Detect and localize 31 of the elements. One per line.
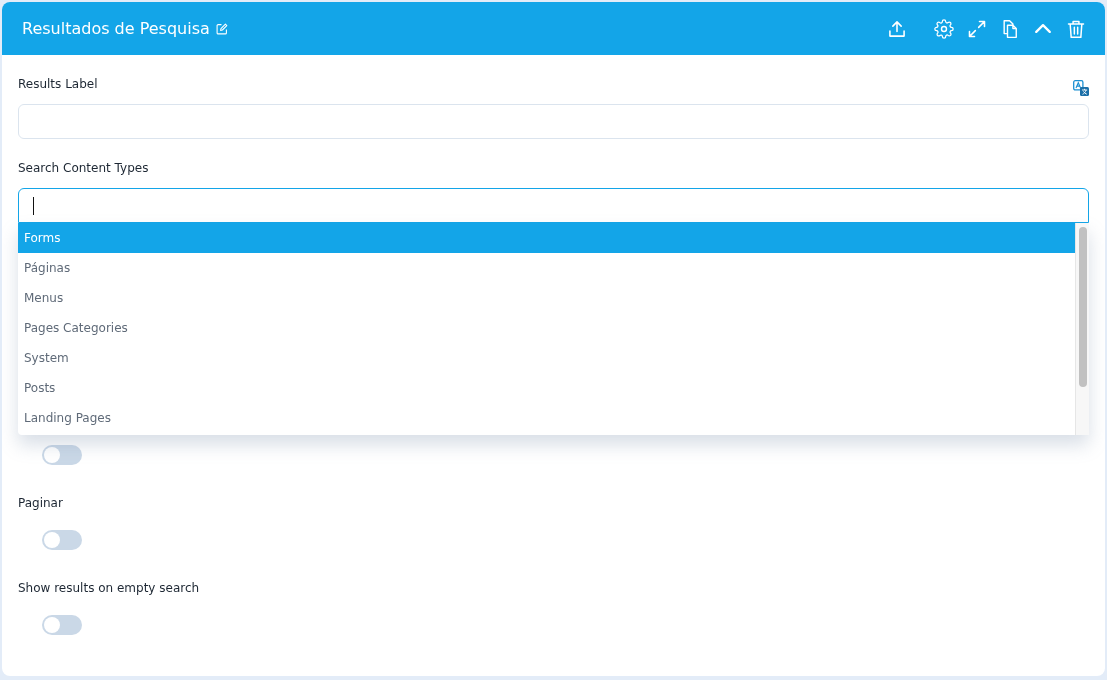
edit-title-button[interactable] [214, 21, 229, 36]
settings-icon [934, 18, 954, 39]
dropdown-option[interactable]: Menus [18, 283, 1075, 313]
scrollbar[interactable] [1075, 223, 1089, 435]
dropdown-option[interactable]: Páginas [18, 253, 1075, 283]
text-cursor-icon [33, 196, 34, 215]
dropdown-option[interactable]: Landing Pages [18, 403, 1075, 433]
scrollbar-thumb[interactable] [1079, 227, 1087, 387]
trash-icon [1066, 18, 1086, 39]
dropdown-option[interactable]: Posts [18, 373, 1075, 403]
copy-icon [1000, 18, 1020, 39]
input-field[interactable] [18, 188, 1089, 223]
upload-icon [887, 18, 907, 39]
toggle-switch[interactable] [42, 445, 82, 465]
toggle-knob-icon [44, 532, 60, 548]
dropdown-option[interactable]: System [18, 343, 1075, 373]
toggle-label: Paginar [18, 495, 63, 512]
toggle-switch[interactable] [42, 615, 82, 635]
toggle-switch[interactable] [42, 530, 82, 550]
translate-icon [1073, 80, 1089, 96]
expand-icon [967, 18, 987, 39]
toggle-label: Show results on empty search [18, 580, 200, 597]
edit-icon [215, 22, 228, 35]
field-label: Results Label [18, 76, 98, 93]
translate-button[interactable] [1073, 80, 1089, 96]
toggle-knob-icon [44, 447, 60, 463]
dropdown-option[interactable]: Pages Categories [18, 313, 1075, 343]
chevron-up-icon [1035, 24, 1051, 33]
field-label: Search Content Types [18, 160, 149, 177]
toggle-knob-icon [44, 617, 60, 633]
panel-title: Resultados de Pesquisa [22, 18, 210, 39]
